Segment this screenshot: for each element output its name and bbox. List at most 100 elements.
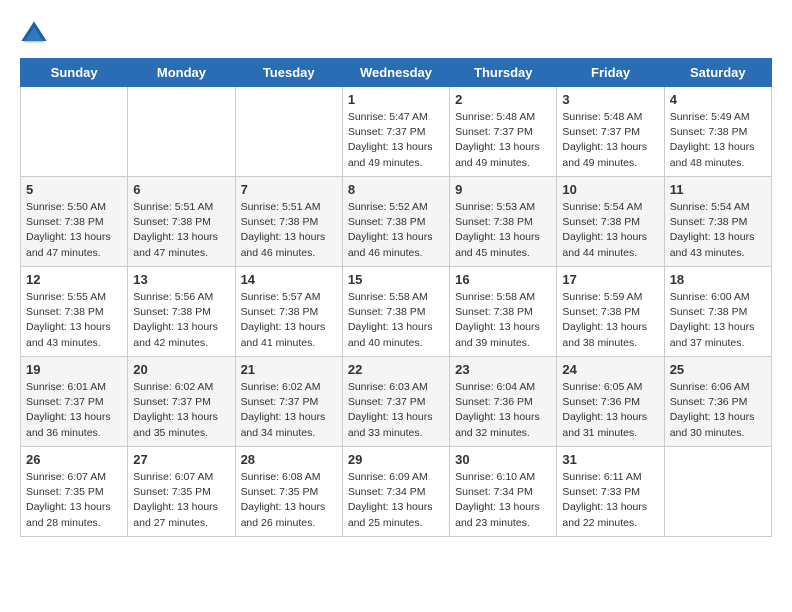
page-header: [20, 20, 772, 48]
day-info: Sunrise: 6:07 AM Sunset: 7:35 PM Dayligh…: [133, 470, 229, 531]
day-number: 29: [348, 452, 444, 467]
calendar-cell: 16Sunrise: 5:58 AM Sunset: 7:38 PM Dayli…: [450, 267, 557, 357]
day-info: Sunrise: 5:47 AM Sunset: 7:37 PM Dayligh…: [348, 110, 444, 171]
calendar-cell: 28 Sunrise: 6:08 AM Sunset: 7:35 PM Dayli…: [235, 447, 342, 537]
day-info: Sunrise: 5:56 AM Sunset: 7:38 PM Dayligh…: [133, 290, 229, 351]
day-number: 18: [670, 272, 766, 287]
calendar-cell: 1 Sunrise: 5:47 AM Sunset: 7:37 PM Daylig…: [342, 87, 449, 177]
day-number: 7: [241, 182, 337, 197]
week-row-3: 12 Sunrise: 5:55 AM Sunset: 7:38 PM Dayli…: [21, 267, 772, 357]
day-number: 4: [670, 92, 766, 107]
week-row-4: 19Sunrise: 6:01 AM Sunset: 7:37 PM Dayli…: [21, 357, 772, 447]
calendar-cell: 8 Sunrise: 5:52 AM Sunset: 7:38 PM Daylig…: [342, 177, 449, 267]
day-info: Sunrise: 5:48 AM Sunset: 7:37 PM Dayligh…: [455, 110, 551, 171]
calendar-cell: 7 Sunrise: 5:51 AM Sunset: 7:38 PM Daylig…: [235, 177, 342, 267]
calendar-cell: 30Sunrise: 6:10 AM Sunset: 7:34 PM Dayli…: [450, 447, 557, 537]
calendar-cell: 10 Sunrise: 5:54 AM Sunset: 7:38 PM Dayli…: [557, 177, 664, 267]
day-info: Sunrise: 5:53 AM Sunset: 7:38 PM Dayligh…: [455, 200, 551, 261]
day-info: Sunrise: 5:48 AM Sunset: 7:37 PM Dayligh…: [562, 110, 658, 171]
day-number: 23: [455, 362, 551, 377]
day-number: 1: [348, 92, 444, 107]
calendar-cell: 3 Sunrise: 5:48 AM Sunset: 7:37 PM Daylig…: [557, 87, 664, 177]
week-row-2: 5 Sunrise: 5:50 AM Sunset: 7:38 PM Daylig…: [21, 177, 772, 267]
calendar-cell: 22Sunrise: 6:03 AM Sunset: 7:37 PM Dayli…: [342, 357, 449, 447]
calendar-cell: 5 Sunrise: 5:50 AM Sunset: 7:38 PM Daylig…: [21, 177, 128, 267]
day-info: Sunrise: 6:04 AM Sunset: 7:36 PM Dayligh…: [455, 380, 551, 441]
calendar-cell: 27 Sunrise: 6:07 AM Sunset: 7:35 PM Dayli…: [128, 447, 235, 537]
weekday-header-friday: Friday: [557, 59, 664, 87]
day-info: Sunrise: 6:02 AM Sunset: 7:37 PM Dayligh…: [133, 380, 229, 441]
day-number: 9: [455, 182, 551, 197]
day-number: 28: [241, 452, 337, 467]
logo-icon: [20, 20, 48, 48]
calendar-cell: 23 Sunrise: 6:04 AM Sunset: 7:36 PM Dayli…: [450, 357, 557, 447]
day-info: Sunrise: 5:51 AM Sunset: 7:38 PM Dayligh…: [241, 200, 337, 261]
weekday-header-saturday: Saturday: [664, 59, 771, 87]
calendar-cell: 29 Sunrise: 6:09 AM Sunset: 7:34 PM Dayli…: [342, 447, 449, 537]
week-row-5: 26 Sunrise: 6:07 AM Sunset: 7:35 PM Dayli…: [21, 447, 772, 537]
day-info: Sunrise: 6:02 AM Sunset: 7:37 PM Dayligh…: [241, 380, 337, 441]
day-info: Sunrise: 6:05 AM Sunset: 7:36 PM Dayligh…: [562, 380, 658, 441]
day-info: Sunrise: 5:57 AM Sunset: 7:38 PM Dayligh…: [241, 290, 337, 351]
calendar-cell: [128, 87, 235, 177]
day-number: 11: [670, 182, 766, 197]
day-number: 26: [26, 452, 122, 467]
calendar-cell: 2 Sunrise: 5:48 AM Sunset: 7:37 PM Daylig…: [450, 87, 557, 177]
day-number: 20: [133, 362, 229, 377]
weekday-header-monday: Monday: [128, 59, 235, 87]
day-number: 13: [133, 272, 229, 287]
day-number: 3: [562, 92, 658, 107]
weekday-header-thursday: Thursday: [450, 59, 557, 87]
day-info: Sunrise: 5:50 AM Sunset: 7:38 PM Dayligh…: [26, 200, 122, 261]
week-row-1: 1 Sunrise: 5:47 AM Sunset: 7:37 PM Daylig…: [21, 87, 772, 177]
day-number: 22: [348, 362, 444, 377]
calendar-cell: 4 Sunrise: 5:49 AM Sunset: 7:38 PM Daylig…: [664, 87, 771, 177]
day-info: Sunrise: 5:52 AM Sunset: 7:38 PM Dayligh…: [348, 200, 444, 261]
calendar-cell: 20 Sunrise: 6:02 AM Sunset: 7:37 PM Dayli…: [128, 357, 235, 447]
day-info: Sunrise: 5:55 AM Sunset: 7:38 PM Dayligh…: [26, 290, 122, 351]
day-number: 24: [562, 362, 658, 377]
day-number: 5: [26, 182, 122, 197]
calendar-cell: 18 Sunrise: 6:00 AM Sunset: 7:38 PM Dayli…: [664, 267, 771, 357]
day-number: 2: [455, 92, 551, 107]
calendar-cell: 14 Sunrise: 5:57 AM Sunset: 7:38 PM Dayli…: [235, 267, 342, 357]
calendar-cell: 31Sunrise: 6:11 AM Sunset: 7:33 PM Dayli…: [557, 447, 664, 537]
calendar-cell: 6Sunrise: 5:51 AM Sunset: 7:38 PM Daylig…: [128, 177, 235, 267]
calendar-cell: 15 Sunrise: 5:58 AM Sunset: 7:38 PM Dayli…: [342, 267, 449, 357]
day-info: Sunrise: 5:49 AM Sunset: 7:38 PM Dayligh…: [670, 110, 766, 171]
day-number: 31: [562, 452, 658, 467]
weekday-header-sunday: Sunday: [21, 59, 128, 87]
day-info: Sunrise: 6:06 AM Sunset: 7:36 PM Dayligh…: [670, 380, 766, 441]
calendar-cell: [664, 447, 771, 537]
logo: [20, 20, 52, 48]
day-number: 16: [455, 272, 551, 287]
day-number: 17: [562, 272, 658, 287]
calendar-cell: 12 Sunrise: 5:55 AM Sunset: 7:38 PM Dayli…: [21, 267, 128, 357]
day-info: Sunrise: 5:54 AM Sunset: 7:38 PM Dayligh…: [562, 200, 658, 261]
day-info: Sunrise: 5:58 AM Sunset: 7:38 PM Dayligh…: [348, 290, 444, 351]
day-number: 14: [241, 272, 337, 287]
calendar-body: 1 Sunrise: 5:47 AM Sunset: 7:37 PM Daylig…: [21, 87, 772, 537]
calendar-cell: 9 Sunrise: 5:53 AM Sunset: 7:38 PM Daylig…: [450, 177, 557, 267]
day-number: 12: [26, 272, 122, 287]
calendar-table: SundayMondayTuesdayWednesdayThursdayFrid…: [20, 58, 772, 537]
calendar-cell: 24 Sunrise: 6:05 AM Sunset: 7:36 PM Dayli…: [557, 357, 664, 447]
calendar-cell: 26Sunrise: 6:07 AM Sunset: 7:35 PM Dayli…: [21, 447, 128, 537]
day-number: 15: [348, 272, 444, 287]
day-info: Sunrise: 6:08 AM Sunset: 7:35 PM Dayligh…: [241, 470, 337, 531]
day-info: Sunrise: 6:01 AM Sunset: 7:37 PM Dayligh…: [26, 380, 122, 441]
day-number: 8: [348, 182, 444, 197]
calendar-cell: 25Sunrise: 6:06 AM Sunset: 7:36 PM Dayli…: [664, 357, 771, 447]
weekday-header-wednesday: Wednesday: [342, 59, 449, 87]
day-number: 6: [133, 182, 229, 197]
calendar-cell: 21Sunrise: 6:02 AM Sunset: 7:37 PM Dayli…: [235, 357, 342, 447]
calendar-cell: [21, 87, 128, 177]
calendar-cell: 13 Sunrise: 5:56 AM Sunset: 7:38 PM Dayli…: [128, 267, 235, 357]
day-info: Sunrise: 6:00 AM Sunset: 7:38 PM Dayligh…: [670, 290, 766, 351]
weekday-header-tuesday: Tuesday: [235, 59, 342, 87]
day-info: Sunrise: 6:09 AM Sunset: 7:34 PM Dayligh…: [348, 470, 444, 531]
day-number: 27: [133, 452, 229, 467]
weekday-header-row: SundayMondayTuesdayWednesdayThursdayFrid…: [21, 59, 772, 87]
day-number: 10: [562, 182, 658, 197]
calendar-cell: 17Sunrise: 5:59 AM Sunset: 7:38 PM Dayli…: [557, 267, 664, 357]
